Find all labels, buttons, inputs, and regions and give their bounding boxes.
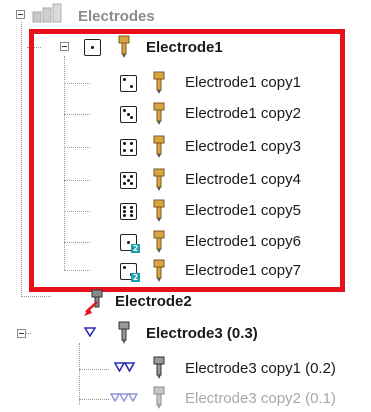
- highlight-frame: [29, 29, 345, 292]
- electrode3-label[interactable]: Electrode3 (0.3): [146, 325, 258, 343]
- root-collapse-toggle[interactable]: [16, 10, 25, 19]
- electrode3-copy2-label[interactable]: Electrode3 copy2 (0.1): [185, 390, 336, 408]
- electrode2-label[interactable]: Electrode2: [115, 293, 192, 311]
- electrode-pin-icon: [153, 386, 165, 409]
- triangle-down-icon: [84, 327, 96, 337]
- tree-root-label[interactable]: Electrodes: [78, 8, 155, 26]
- electrodes-group-icon: [32, 3, 62, 23]
- electrode-pin-icon: [118, 321, 130, 344]
- electrode2-drag-pin-icon: [84, 289, 103, 316]
- electrode3-collapse-toggle[interactable]: [17, 329, 26, 338]
- electrode3-copy1-label[interactable]: Electrode3 copy1 (0.2): [185, 360, 336, 378]
- triple-triangle-icon: [110, 393, 139, 403]
- electrode-pin-icon: [153, 356, 165, 379]
- double-triangle-icon: [114, 362, 136, 372]
